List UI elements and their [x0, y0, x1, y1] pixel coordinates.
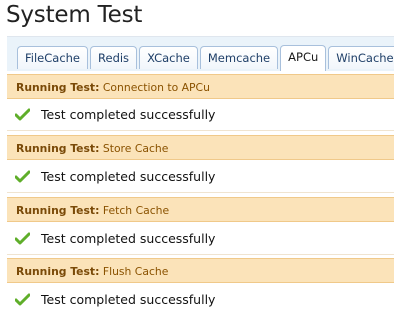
divider — [7, 192, 394, 193]
tab-wincache[interactable]: WinCache — [328, 46, 394, 69]
check-icon — [15, 170, 30, 183]
divider — [7, 254, 394, 255]
test-header-name: Flush Cache — [102, 265, 169, 278]
test-result-text: Test completed successfully — [41, 292, 216, 307]
test-header-store: Running Test: Store Cache — [7, 135, 394, 160]
tab-filecache[interactable]: FileCache — [17, 46, 89, 69]
test-result-row: Test completed successfully — [7, 164, 394, 190]
test-header-name: Connection to APCu — [102, 81, 210, 94]
test-header-label: Running Test: — [16, 265, 100, 278]
test-result-row: Test completed successfully — [7, 226, 394, 252]
check-icon — [15, 108, 30, 121]
test-header-label: Running Test: — [16, 81, 100, 94]
tab-redis[interactable]: Redis — [90, 46, 138, 69]
test-result-text: Test completed successfully — [41, 107, 216, 122]
page-title: System Test — [6, 2, 143, 28]
tab-list: FileCache Redis XCache Memcache APCu Win… — [17, 45, 394, 71]
check-icon — [15, 232, 30, 245]
test-header-name: Fetch Cache — [102, 204, 170, 217]
test-header-flush: Running Test: Flush Cache — [7, 258, 394, 283]
test-header-connection: Running Test: Connection to APCu — [7, 74, 394, 99]
test-result-row: Test completed successfully — [7, 287, 394, 313]
test-header-label: Running Test: — [16, 142, 100, 155]
test-header-fetch: Running Test: Fetch Cache — [7, 197, 394, 222]
test-result-row: Test completed successfully — [7, 102, 394, 128]
check-icon — [15, 293, 30, 306]
test-result-text: Test completed successfully — [41, 169, 216, 184]
test-header-label: Running Test: — [16, 204, 100, 217]
tab-apcu[interactable]: APCu — [280, 45, 327, 71]
tab-xcache[interactable]: XCache — [139, 46, 198, 69]
test-header-name: Store Cache — [102, 142, 169, 155]
tab-bar: FileCache Redis XCache Memcache APCu Win… — [7, 36, 394, 71]
tab-memcache[interactable]: Memcache — [199, 46, 279, 69]
divider — [7, 130, 394, 131]
test-result-text: Test completed successfully — [41, 231, 216, 246]
